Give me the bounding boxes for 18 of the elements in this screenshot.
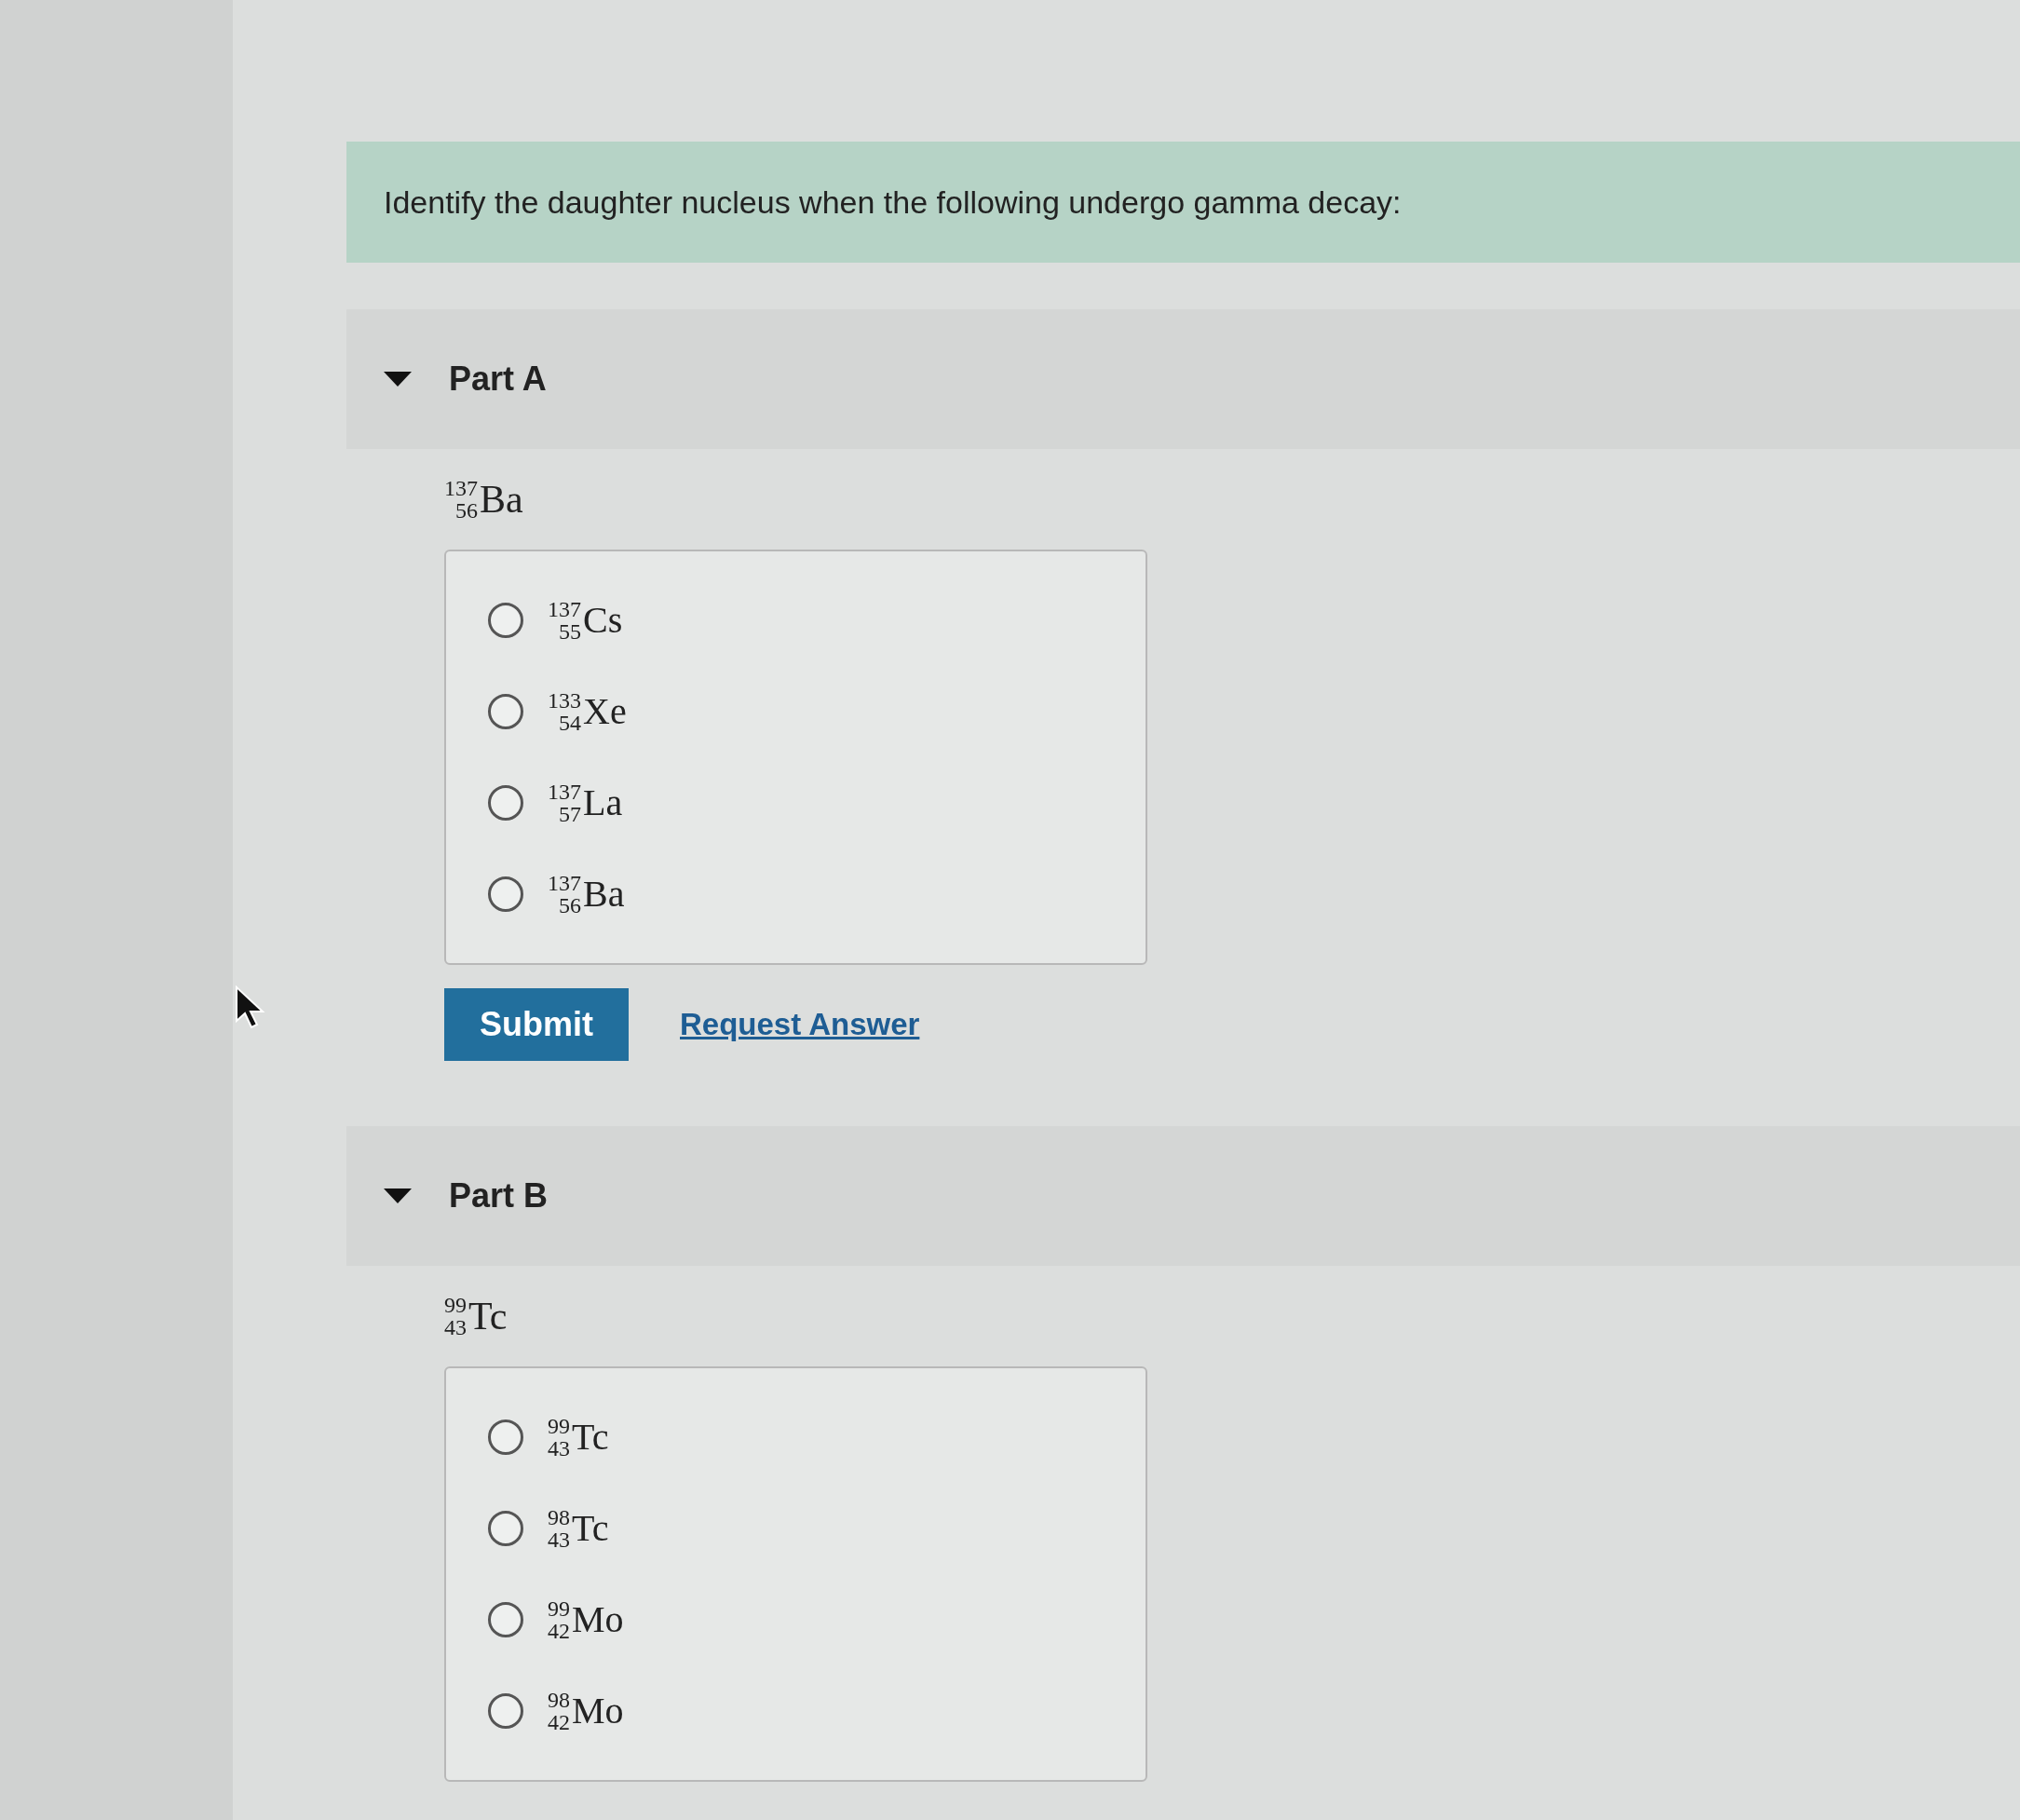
radio-button[interactable] [488,876,523,912]
part-header[interactable]: Part B [346,1126,2020,1266]
radio-button[interactable] [488,694,523,729]
radio-button[interactable] [488,785,523,821]
radio-button[interactable] [488,1693,523,1729]
caret-icon [384,1188,412,1203]
radio-button[interactable] [488,1511,523,1546]
request-answer-link[interactable]: Request Answer [680,1001,920,1048]
part-title: Part A [449,359,547,400]
question-text: Identify the daughter nucleus when the following undergo gamma decay: [384,183,1402,222]
radio-button[interactable] [488,1602,523,1637]
part-header[interactable]: Part A [346,309,2020,449]
radio-button[interactable] [488,1419,523,1455]
mouse-pointer-icon [235,985,266,1030]
part-title: Part B [449,1175,549,1216]
caret-icon [384,372,412,387]
submit-button[interactable]: Submit [444,988,629,1061]
radio-button[interactable] [488,603,523,638]
